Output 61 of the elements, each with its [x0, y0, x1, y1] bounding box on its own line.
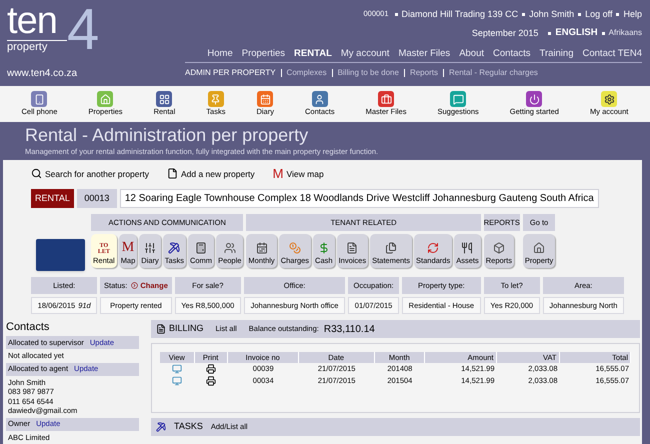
nav-link[interactable]: Contacts — [493, 47, 531, 60]
printer-icon[interactable] — [206, 376, 216, 386]
cutlery-icon — [461, 242, 474, 254]
nav-link[interactable]: Master Files — [398, 47, 450, 60]
nav-link[interactable]: Home — [207, 47, 233, 60]
period-label: September 2015 — [472, 27, 538, 39]
nav-link[interactable]: About — [459, 47, 484, 60]
user-name: John Smith — [529, 8, 574, 20]
printer-icon[interactable] — [206, 364, 216, 374]
action-link[interactable]: View map — [286, 168, 324, 181]
logo-numeral: 4 — [67, 2, 100, 58]
subnav-link[interactable]: ADMIN PER PROPERTY — [185, 67, 276, 79]
document-icon — [346, 242, 358, 254]
header-link[interactable]: Log off — [585, 8, 612, 20]
pickaxe-icon — [156, 422, 166, 432]
documents-icon — [385, 242, 398, 254]
box-icon — [492, 242, 505, 254]
logo-word: ten — [7, 2, 58, 40]
map-glyph: M — [122, 241, 134, 255]
refresh-icon — [427, 242, 440, 254]
subnav-link[interactable]: Complexes — [286, 67, 327, 79]
calculator-icon — [195, 242, 208, 254]
map-glyph: M — [272, 166, 284, 181]
nav-link[interactable]: My account — [340, 47, 390, 60]
document-icon — [156, 324, 166, 334]
subnav-link[interactable]: Rental - Regular charges — [448, 67, 538, 79]
website-url[interactable]: www.ten4.co.za — [7, 66, 180, 81]
people-icon — [224, 242, 236, 254]
nav-link[interactable]: Properties — [242, 47, 286, 60]
tasks-title: TASKS — [174, 420, 203, 434]
property-code: 00013 — [76, 188, 117, 208]
language-link[interactable]: Afrikaans — [608, 27, 642, 39]
header-link[interactable]: Help — [623, 8, 642, 20]
logo-tagline: property — [7, 40, 67, 53]
search-icon — [31, 168, 42, 179]
contacts-title: Contacts — [6, 320, 50, 334]
coins-icon — [288, 242, 301, 254]
house-icon — [533, 242, 546, 254]
monitor-icon[interactable] — [172, 364, 182, 374]
photo-placeholder — [36, 239, 85, 271]
company-name: Diamond Hill Trading 139 CC — [402, 8, 518, 20]
sliders-icon — [144, 242, 156, 254]
calendar-icon — [256, 242, 268, 254]
subnav-link[interactable]: Reports — [410, 67, 438, 79]
subnav-link[interactable]: Billing to be done — [338, 67, 399, 79]
billing-title: BILLING — [169, 322, 204, 336]
dollar-icon — [318, 242, 330, 254]
chevron-icon — [131, 282, 138, 289]
balance-amount: R33,110.14 — [324, 322, 375, 336]
document-icon — [166, 168, 178, 179]
property-badge: RENTAL — [31, 188, 74, 208]
action-link[interactable]: Search for another property — [45, 168, 149, 181]
page-title: Rental - Administration per property — [25, 124, 310, 146]
nav-link[interactable]: Training — [540, 47, 574, 60]
property-address: 12 Soaring Eagle Townhouse Complex 18 Woodlands Drive Westcliff Johannesburg Gauteng South Africa — [120, 188, 599, 208]
monitor-icon[interactable] — [172, 376, 182, 386]
language-link[interactable]: ENGLISH — [555, 27, 598, 39]
action-link[interactable]: Add a new property — [180, 168, 255, 181]
nav-link[interactable]: Contact TEN4 — [582, 47, 642, 60]
nav-link[interactable]: RENTAL — [294, 47, 332, 60]
pickaxe-icon — [168, 242, 180, 254]
